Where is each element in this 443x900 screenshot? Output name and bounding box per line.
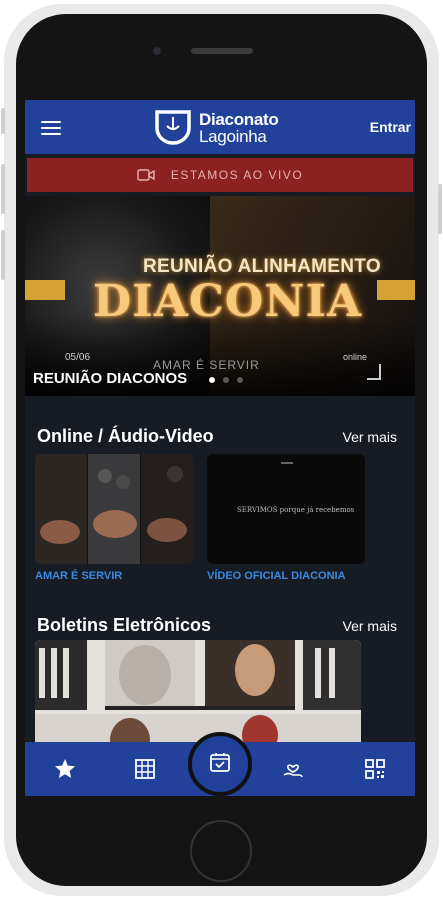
- phone-volume-up: [1, 164, 5, 214]
- carousel-caption: REUNIÃO DIACONOS: [33, 370, 188, 387]
- calendar-button[interactable]: [188, 732, 252, 796]
- qr-code-icon[interactable]: [363, 757, 387, 781]
- phone-side-button: [1, 108, 5, 134]
- live-label: ESTAMOS AO VIVO: [170, 168, 304, 182]
- banner-online-label: online: [343, 352, 368, 362]
- video-thumbnail-hands: [35, 454, 193, 564]
- video-overlay-text: SERVIMOS porque já recebemos: [237, 506, 355, 514]
- calendar-check-icon: [210, 753, 230, 772]
- phone-home-button[interactable]: [190, 820, 252, 882]
- video-card-label[interactable]: AMAR É SERVIR: [35, 570, 122, 582]
- video-indicator: [281, 462, 293, 464]
- app-screen: Diaconato Lagoinha Entrar ESTAMOS AO VIV…: [25, 100, 415, 796]
- logo-text-lagoinha: Lagoinha: [199, 127, 267, 146]
- bulletin-thumbnail: [35, 640, 361, 750]
- app-logo[interactable]: Diaconato Lagoinha: [153, 106, 293, 148]
- carousel-dot[interactable]: [237, 377, 243, 383]
- carousel-dots: [209, 377, 251, 383]
- banner-date: 05/06: [65, 352, 91, 363]
- grid-icon[interactable]: [133, 757, 157, 781]
- live-banner[interactable]: ESTAMOS AO VIVO: [27, 158, 413, 192]
- banner-gold-bar-left: [25, 280, 65, 300]
- see-more-bulletins-link[interactable]: Ver mais: [343, 618, 397, 634]
- banner-subtitle: REUNIÃO ALINHAMENTO: [143, 256, 381, 277]
- video-camera-icon: [137, 169, 155, 181]
- bulletin-card[interactable]: [35, 640, 361, 750]
- banner-gold-bar-right: [377, 280, 415, 300]
- section-title-bulletins: Boletins Eletrônicos: [37, 615, 212, 635]
- banner-corner-mark: [367, 364, 381, 380]
- top-bar: Diaconato Lagoinha Entrar: [25, 100, 415, 154]
- hero-carousel[interactable]: REUNIÃO ALINHAMENTO DIACONIA 05/06 AMAR …: [25, 196, 415, 396]
- phone-volume-down: [1, 230, 5, 280]
- phone-power-button: [438, 184, 442, 234]
- video-card-amar-e-servir[interactable]: [35, 454, 193, 564]
- phone-camera: [153, 47, 161, 55]
- carousel-dot[interactable]: [223, 377, 229, 383]
- hand-heart-icon[interactable]: [281, 757, 305, 781]
- phone-speaker: [191, 48, 253, 54]
- star-icon[interactable]: [53, 757, 77, 781]
- login-button[interactable]: Entrar: [370, 119, 411, 135]
- shield-logo-icon: [155, 110, 191, 145]
- hamburger-menu-icon[interactable]: [41, 121, 61, 135]
- video-card-label[interactable]: VÍDEO OFICIAL DIACONIA: [207, 570, 346, 582]
- carousel-dot-active[interactable]: [209, 377, 215, 383]
- video-card-diaconia[interactable]: SERVIMOS porque já recebemos: [207, 454, 365, 564]
- see-more-online-link[interactable]: Ver mais: [343, 429, 397, 445]
- section-title-online: Online / Áudio-Video: [37, 426, 214, 446]
